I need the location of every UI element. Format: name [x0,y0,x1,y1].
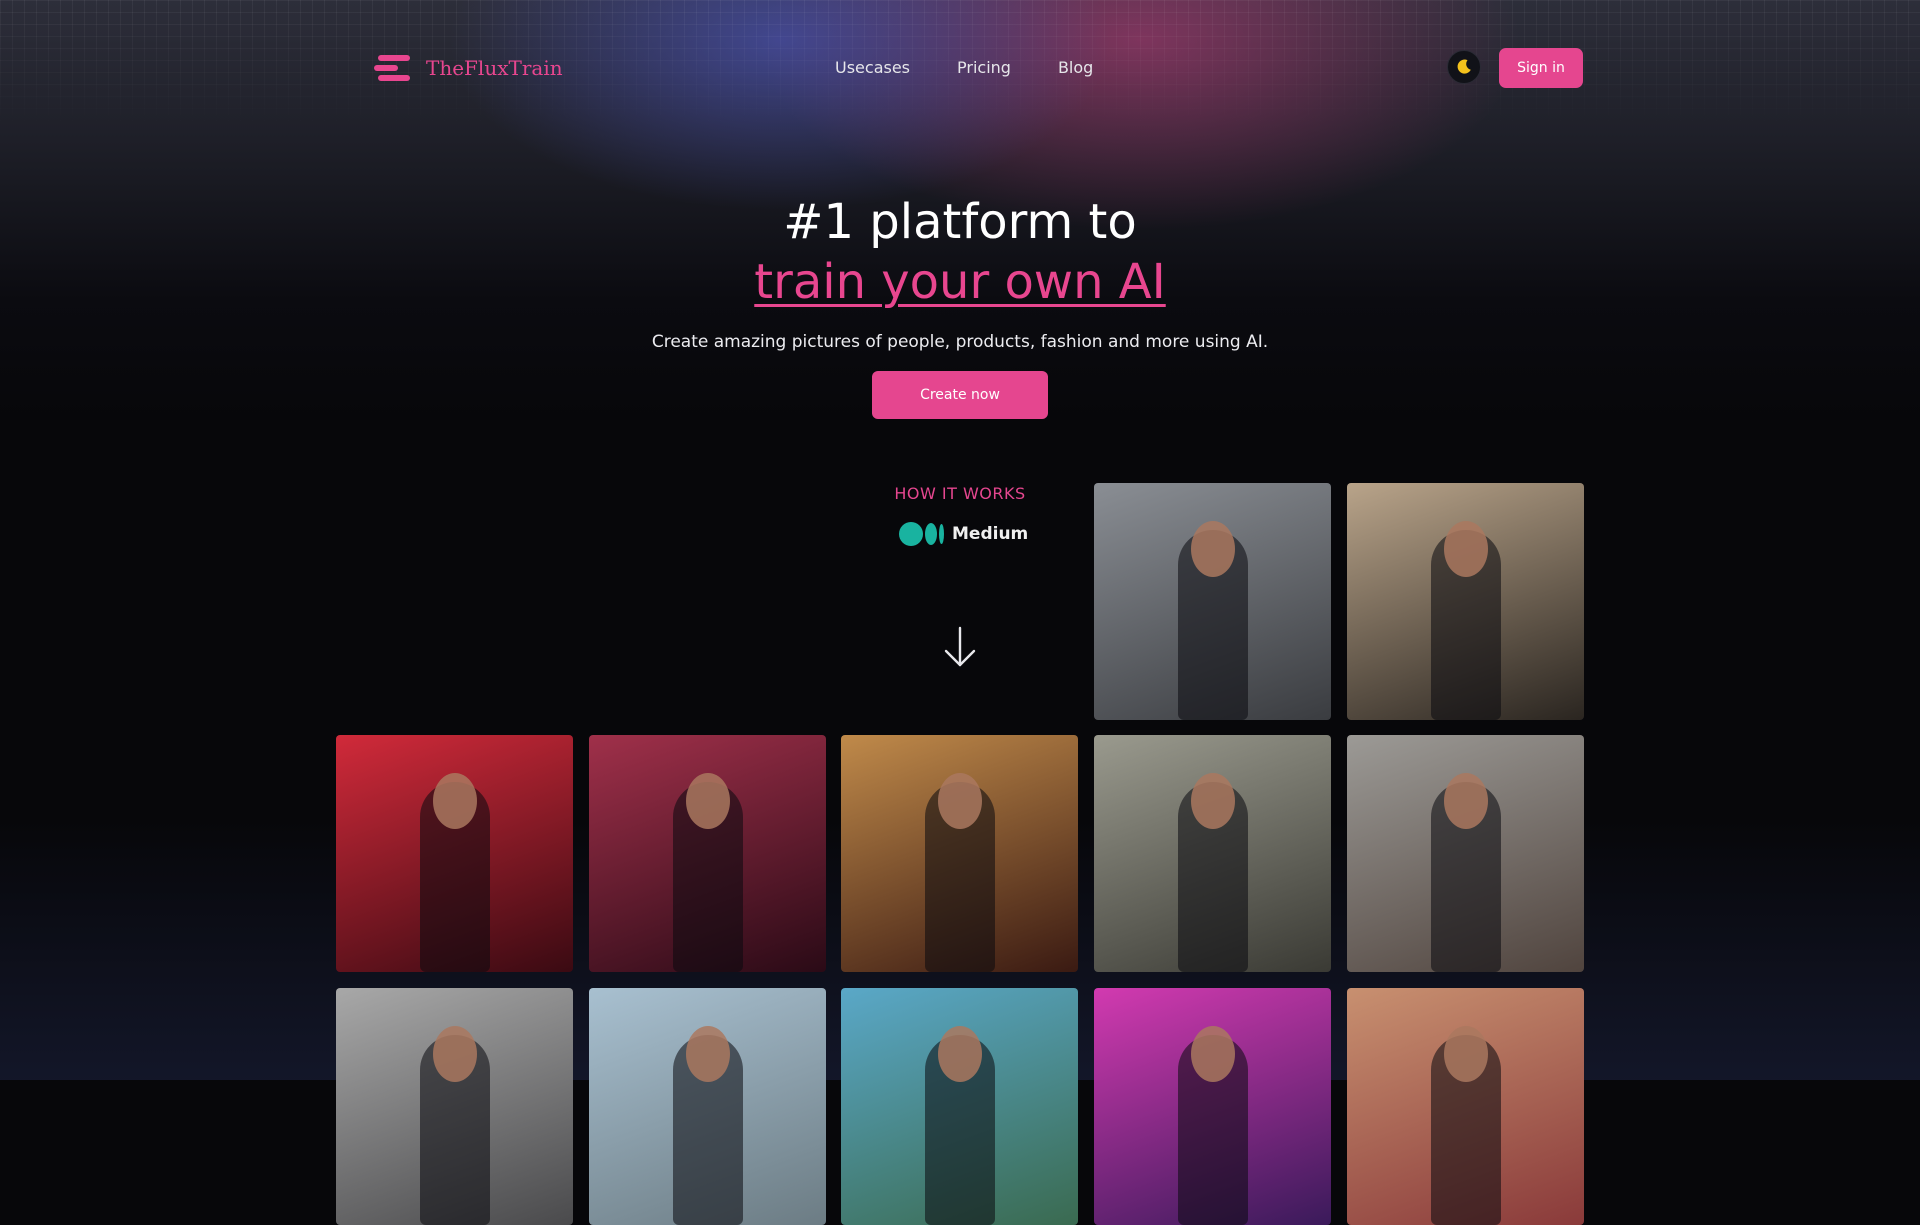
theme-toggle-button[interactable] [1447,50,1481,84]
gallery-image-woman-bikini-street[interactable] [1347,988,1584,1225]
person-head-shape [685,1026,730,1082]
gallery-image-woman-hood-desert[interactable] [1094,735,1331,972]
logo-icon [374,55,410,81]
nav-item-blog[interactable]: Blog [1058,58,1093,77]
gallery-image-woman-sunglasses-beach[interactable] [589,988,826,1225]
person-head-shape [937,1026,982,1082]
medium-logo-icon [899,522,944,546]
gallery-image-woman-casino-lights[interactable] [841,735,1078,972]
how-it-works-label: HOW IT WORKS [894,484,1026,503]
site-header: TheFluxTrain Usecases Pricing Blog Sign … [336,48,1584,88]
gallery-image-man-trenchcoat-city[interactable] [336,988,573,1225]
brand-logo[interactable]: TheFluxTrain [374,52,563,84]
arrow-down-icon [944,626,976,667]
person-head-shape [937,773,982,829]
gallery-image-man-sunglasses-sunset-street[interactable] [1347,483,1584,720]
gallery-image-woman-walking-street[interactable] [1094,483,1331,720]
person-head-shape [1190,1026,1235,1082]
gallery-image-woman-neon-club-red[interactable] [336,735,573,972]
moon-icon [1457,59,1471,74]
nav-item-pricing[interactable]: Pricing [957,58,1011,77]
hero-subtitle: Create amazing pictures of people, produ… [651,332,1269,352]
person-head-shape [432,1026,477,1082]
nav-item-usecases[interactable]: Usecases [835,58,910,77]
main-nav: Usecases Pricing Blog [835,58,1093,77]
hero-title: #1 platform to train your own AI [0,192,1920,312]
sign-in-button[interactable]: Sign in [1499,48,1583,88]
person-head-shape [1190,521,1235,577]
gallery-image-man-red-suit-hat-party[interactable] [589,735,826,972]
person-head-shape [1190,773,1235,829]
medium-label: Medium [952,524,1029,544]
person-head-shape [685,773,730,829]
person-head-shape [1443,1026,1488,1082]
brand-name: TheFluxTrain [426,56,563,80]
person-head-shape [432,773,477,829]
hero-section: #1 platform to train your own AI Create … [0,192,1920,352]
gallery-image-woman-floral-dress-market[interactable] [1347,735,1584,972]
hero-title-line2: train your own AI [754,254,1166,310]
medium-link[interactable]: Medium [899,521,1028,547]
gallery-image-man-neon-sunglasses[interactable] [1094,988,1331,1225]
person-head-shape [1443,521,1488,577]
hero-title-line1: #1 platform to [783,194,1137,250]
create-now-button[interactable]: Create now [872,371,1048,419]
person-head-shape [1443,773,1488,829]
gallery-image-woman-palm-trees[interactable] [841,988,1078,1225]
